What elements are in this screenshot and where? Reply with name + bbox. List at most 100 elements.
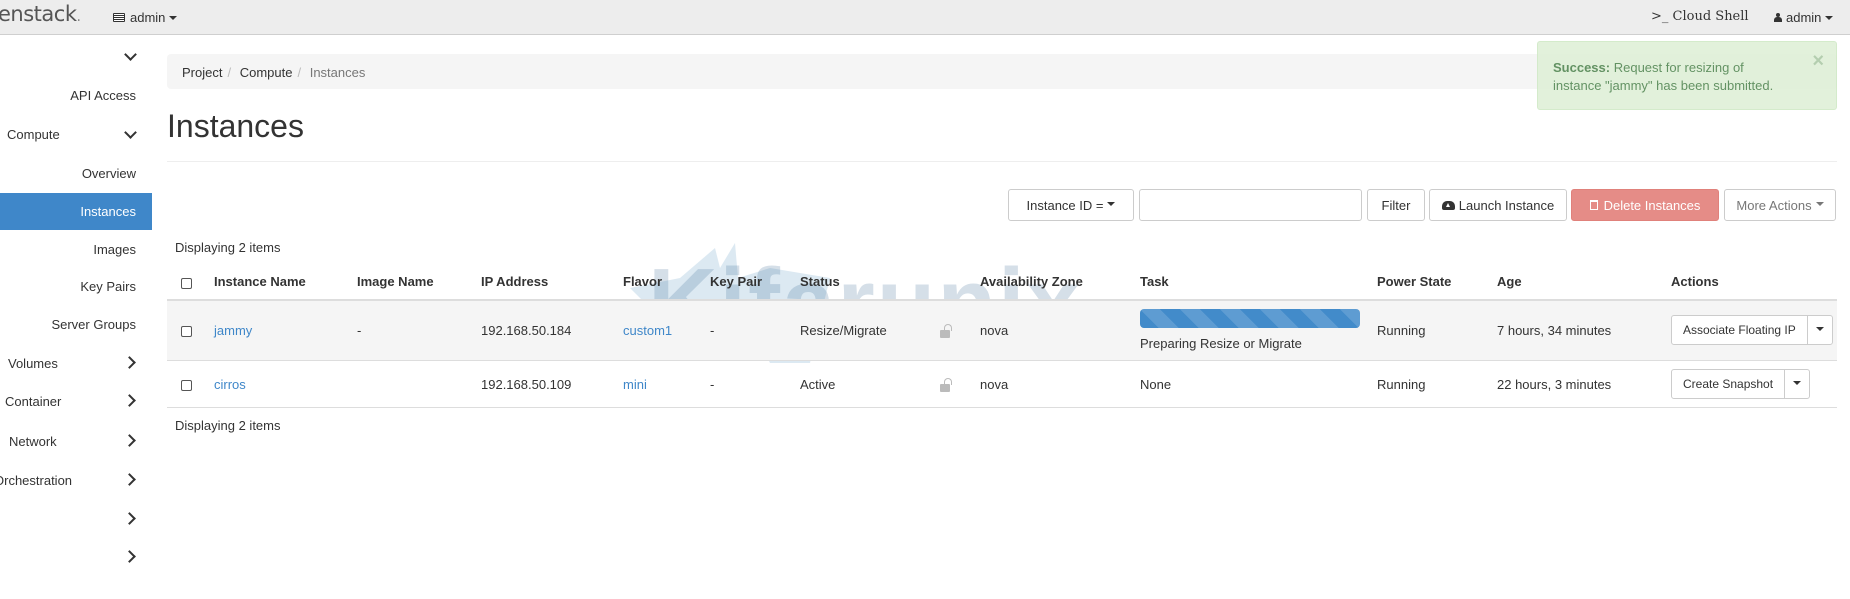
chevron-down-icon — [124, 126, 137, 139]
cloud-shell-link[interactable]: >_ Cloud Shell — [1651, 9, 1749, 24]
more-actions-label: More Actions — [1736, 197, 1812, 213]
unlock-icon — [940, 324, 952, 338]
launch-instance-button[interactable]: Launch Instance — [1429, 189, 1567, 221]
user-label: admin — [1786, 10, 1822, 25]
column-header-key-pair[interactable]: Key Pair — [710, 274, 762, 289]
availability-zone: nova — [980, 377, 1009, 392]
row-checkbox[interactable] — [181, 380, 192, 391]
row-actions-dropdown-toggle[interactable] — [1785, 370, 1809, 398]
item-count-top: Displaying 2 items — [175, 240, 281, 255]
title-divider — [167, 161, 1837, 162]
caret-down-icon — [1825, 15, 1834, 20]
sidebar-item-collapsed-2[interactable] — [0, 539, 152, 576]
row-divider — [167, 360, 1837, 361]
user-icon — [1774, 13, 1782, 22]
sidebar-item-orchestration[interactable]: Orchestration — [0, 462, 152, 499]
row-actions: Associate Floating IP — [1671, 315, 1833, 345]
brand-text: enstack — [0, 2, 77, 26]
image-name: - — [357, 323, 362, 338]
age: 22 hours, 3 minutes — [1497, 377, 1612, 392]
select-all-checkbox[interactable] — [181, 278, 192, 289]
chevron-down-icon — [124, 48, 137, 61]
caret-down-icon — [1107, 202, 1116, 206]
sidebar-item-container[interactable]: Container — [0, 383, 152, 420]
sidebar-item-collapse[interactable] — [0, 38, 152, 75]
column-header-power-state[interactable]: Power State — [1377, 274, 1451, 289]
instance-name-link[interactable]: jammy — [214, 323, 252, 338]
column-header-ip-address[interactable]: IP Address — [481, 274, 548, 289]
row-divider — [167, 407, 1837, 408]
chevron-right-icon — [123, 356, 136, 369]
row-actions-dropdown-toggle[interactable] — [1808, 316, 1832, 344]
key-pair: - — [710, 323, 715, 338]
power-state: Running — [1377, 323, 1426, 338]
top-navbar: enstack. admin >_ Cloud Shell admin — [0, 0, 1850, 35]
sidebar-item-volumes[interactable]: Volumes — [0, 345, 152, 382]
page-title: Instances — [167, 108, 304, 144]
sidebar-item-network[interactable]: Network — [0, 423, 152, 460]
trash-icon — [1589, 200, 1598, 210]
column-header-age[interactable]: Age — [1497, 274, 1522, 289]
breadcrumb-current: Instances — [309, 65, 366, 80]
power-state: Running — [1377, 377, 1426, 392]
column-header-flavor[interactable]: Flavor — [623, 274, 662, 289]
unlock-icon — [940, 378, 952, 392]
ip-address: 192.168.50.109 — [481, 377, 572, 392]
sidebar: API Access Compute Overview Instances Im… — [0, 36, 152, 599]
caret-down-icon — [1815, 327, 1824, 331]
create-snapshot-button[interactable]: Create Snapshot — [1672, 370, 1786, 398]
status: Resize/Migrate — [800, 323, 887, 338]
sidebar-item-label: Key Pairs — [80, 279, 136, 294]
sidebar-item-label: Volumes — [8, 356, 58, 371]
sidebar-item-label: Orchestration — [0, 473, 73, 488]
column-header-image-name[interactable]: Image Name — [357, 274, 434, 289]
alert-text: Success: Request for resizing of instanc… — [1553, 59, 1793, 95]
project-label: admin — [130, 10, 166, 25]
sidebar-item-api-access[interactable]: API Access — [0, 77, 152, 114]
sidebar-item-instances[interactable]: Instances — [0, 193, 152, 230]
instance-name-link[interactable]: cirros — [214, 377, 246, 392]
sidebar-item-overview[interactable]: Overview — [0, 155, 152, 192]
cloud-upload-icon — [1441, 200, 1455, 210]
filter-input[interactable] — [1139, 189, 1362, 221]
project-list-icon — [113, 13, 125, 22]
chevron-right-icon — [123, 434, 136, 447]
row-checkbox[interactable] — [181, 326, 192, 337]
chevron-right-icon — [123, 512, 136, 525]
caret-down-icon — [1793, 381, 1802, 385]
project-selector[interactable]: admin — [113, 10, 178, 25]
breadcrumb-project[interactable]: Project — [182, 65, 222, 80]
brand-logo[interactable]: enstack. — [0, 2, 81, 26]
sidebar-item-images[interactable]: Images — [0, 231, 152, 268]
task-progress-bar — [1140, 309, 1360, 328]
item-count-bottom: Displaying 2 items — [175, 418, 281, 433]
chevron-right-icon — [123, 550, 136, 563]
sidebar-item-server-groups[interactable]: Server Groups — [0, 306, 152, 343]
breadcrumb-separator: / — [297, 65, 302, 80]
breadcrumb-compute[interactable]: Compute — [240, 65, 293, 80]
column-header-status[interactable]: Status — [800, 274, 840, 289]
column-header-instance-name[interactable]: Instance Name — [214, 274, 306, 289]
sidebar-item-compute[interactable]: Compute — [0, 116, 152, 153]
sidebar-item-collapsed-1[interactable] — [0, 501, 152, 538]
filter-field-select[interactable]: Instance ID = — [1008, 189, 1134, 221]
row-actions: Create Snapshot — [1671, 369, 1811, 399]
delete-instances-button[interactable]: Delete Instances — [1571, 189, 1719, 221]
user-menu[interactable]: admin — [1774, 10, 1834, 25]
chevron-right-icon — [123, 394, 136, 407]
column-header-availability-zone[interactable]: Availability Zone — [980, 274, 1083, 289]
close-icon[interactable]: × — [1812, 50, 1824, 73]
sidebar-item-label: Server Groups — [51, 317, 136, 332]
filter-field-label: Instance ID = — [1026, 197, 1104, 213]
alert-title: Success: — [1553, 60, 1611, 75]
flavor-link[interactable]: custom1 — [623, 323, 672, 338]
sidebar-item-key-pairs[interactable]: Key Pairs — [0, 268, 152, 305]
key-pair: - — [710, 377, 715, 392]
column-header-task[interactable]: Task — [1140, 274, 1169, 289]
flavor-link[interactable]: mini — [623, 377, 647, 392]
sidebar-item-label: Network — [9, 434, 57, 449]
associate-floating-ip-button[interactable]: Associate Floating IP — [1672, 316, 1808, 344]
more-actions-button[interactable]: More Actions — [1724, 189, 1836, 221]
delete-instances-label: Delete Instances — [1603, 197, 1701, 213]
filter-button[interactable]: Filter — [1367, 189, 1425, 221]
